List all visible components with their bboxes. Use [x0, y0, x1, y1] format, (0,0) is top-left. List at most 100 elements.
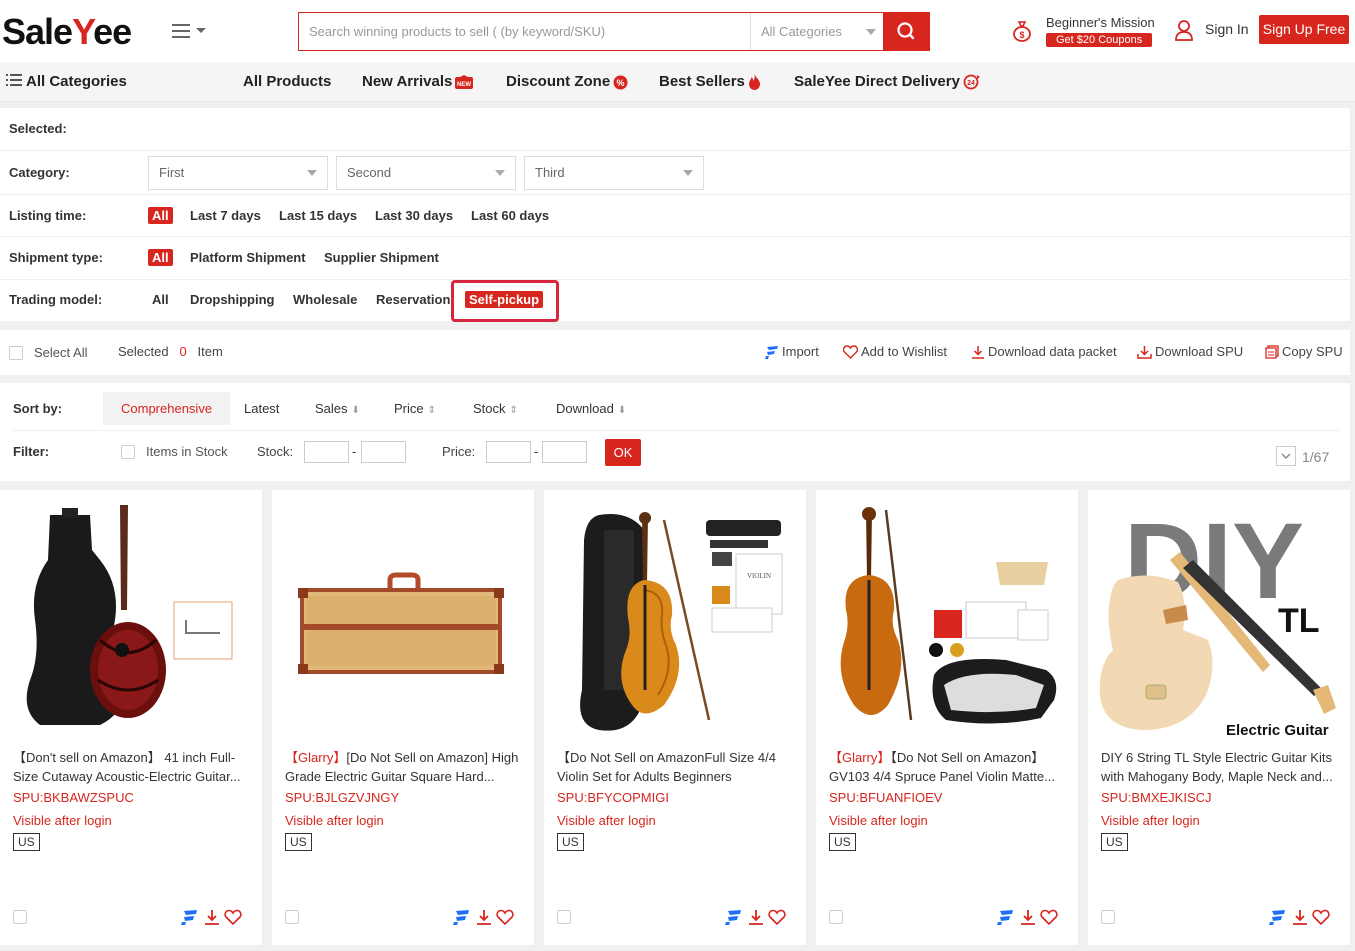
- import-icon[interactable]: [725, 908, 743, 926]
- copy-spu-button[interactable]: Copy SPU: [1265, 344, 1343, 359]
- import-button[interactable]: Import: [765, 344, 819, 359]
- all-categories-menu[interactable]: All Categories: [6, 73, 127, 90]
- product-title[interactable]: 【Glarry】[Do Not Sell on Amazon] High Gra…: [285, 748, 521, 786]
- product-checkbox[interactable]: [285, 910, 299, 924]
- category-select[interactable]: All Categories: [750, 13, 884, 50]
- in-stock-checkbox[interactable]: [121, 445, 135, 459]
- import-icon[interactable]: [1269, 908, 1287, 926]
- nav-discount-zone-label: Discount Zone: [506, 73, 611, 90]
- select-all-checkbox[interactable]: [9, 346, 23, 360]
- wholesale-option[interactable]: Wholesale: [293, 292, 357, 307]
- stock-max-input[interactable]: [361, 441, 406, 463]
- product-checkbox[interactable]: [13, 910, 27, 924]
- category-second-dropdown[interactable]: Second: [336, 156, 516, 190]
- heart-icon[interactable]: [768, 908, 786, 926]
- saleyee-logo[interactable]: SaleYee: [2, 12, 132, 52]
- price-max-input[interactable]: [542, 441, 587, 463]
- download-icon[interactable]: [747, 908, 765, 926]
- product-card[interactable]: 【Glarry】[Do Not Sell on Amazon] High Gra…: [272, 490, 534, 945]
- nav-all-products[interactable]: All Products: [243, 73, 331, 90]
- country-badge: US: [285, 833, 312, 851]
- sort-download[interactable]: Download ⬇: [556, 392, 626, 425]
- category-first-dropdown[interactable]: First: [148, 156, 328, 190]
- import-icon[interactable]: [453, 908, 471, 926]
- reservation-option[interactable]: Reservation: [376, 292, 450, 307]
- sign-in-link[interactable]: Sign In: [1205, 21, 1249, 37]
- listing-7-days-option[interactable]: Last 7 days: [190, 208, 261, 223]
- nav-best-sellers[interactable]: Best Sellers: [659, 73, 761, 91]
- visible-after-login-link[interactable]: Visible after login: [13, 813, 112, 828]
- sort-comprehensive[interactable]: Comprehensive: [103, 392, 231, 425]
- product-card[interactable]: VIOLIN 【Do Not Sell on AmazonFull Size 4…: [544, 490, 806, 945]
- trading-all-option[interactable]: All: [152, 292, 169, 307]
- listing-60-days-option[interactable]: Last 60 days: [471, 208, 549, 223]
- import-icon[interactable]: [997, 908, 1015, 926]
- product-checkbox[interactable]: [829, 910, 843, 924]
- add-to-wishlist-button[interactable]: Add to Wishlist: [842, 344, 947, 359]
- product-image[interactable]: VIOLIN: [544, 490, 806, 740]
- download-data-packet-button[interactable]: Download data packet: [971, 344, 1117, 359]
- product-card[interactable]: DIY TL Electric Guitar DIY 6 String TL S…: [1088, 490, 1350, 945]
- product-image[interactable]: [816, 490, 1078, 740]
- product-spu: SPU:BKBAWZSPUC: [13, 790, 134, 805]
- filter-ok-button[interactable]: OK: [605, 439, 641, 466]
- product-card[interactable]: 【Glarry】【Do Not Sell on Amazon】 GV103 4/…: [816, 490, 1078, 945]
- download-icon[interactable]: [1291, 908, 1309, 926]
- nav-new-arrivals[interactable]: New Arrivals NEW: [362, 73, 474, 90]
- import-icon[interactable]: [181, 908, 199, 926]
- coupon-badge[interactable]: Get $20 Coupons: [1046, 33, 1153, 47]
- visible-after-login-link[interactable]: Visible after login: [557, 813, 656, 828]
- product-checkbox[interactable]: [1101, 910, 1115, 924]
- visible-after-login-link[interactable]: Visible after login: [1101, 813, 1200, 828]
- sort-stock[interactable]: Stock ⇕: [473, 392, 518, 425]
- heart-icon[interactable]: [496, 908, 514, 926]
- price-min-input[interactable]: [486, 441, 531, 463]
- product-title[interactable]: 【Glarry】【Do Not Sell on Amazon】 GV103 4/…: [829, 748, 1065, 786]
- product-title[interactable]: 【Do Not Sell on AmazonFull Size 4/4 Viol…: [557, 748, 793, 786]
- in-stock-label[interactable]: Items in Stock: [146, 444, 228, 459]
- visible-after-login-link[interactable]: Visible after login: [829, 813, 928, 828]
- user-icon[interactable]: [1174, 19, 1194, 41]
- product-image[interactable]: [0, 490, 262, 740]
- select-all-label[interactable]: Select All: [34, 345, 87, 360]
- heart-icon[interactable]: [1040, 908, 1058, 926]
- stock-min-input[interactable]: [304, 441, 349, 463]
- sign-up-button[interactable]: Sign Up Free: [1259, 15, 1349, 44]
- download-icon[interactable]: [1019, 908, 1037, 926]
- country-badge: US: [13, 833, 40, 851]
- nav-direct-delivery[interactable]: SaleYee Direct Delivery 24: [794, 73, 980, 90]
- download-spu-button[interactable]: Download SPU: [1137, 344, 1243, 359]
- visible-after-login-link[interactable]: Visible after login: [285, 813, 384, 828]
- sort-divider: [13, 430, 1340, 431]
- download-icon[interactable]: [475, 908, 493, 926]
- sort-sales[interactable]: Sales ⬇: [315, 392, 360, 425]
- product-title[interactable]: 【Don't sell on Amazon】 41 inch Full-Size…: [13, 748, 249, 786]
- download-icon[interactable]: [203, 908, 221, 926]
- product-checkbox[interactable]: [557, 910, 571, 924]
- heart-icon[interactable]: [224, 908, 242, 926]
- main-nav: All Categories All Products New Arrivals…: [0, 62, 1355, 102]
- search-input[interactable]: [299, 13, 749, 50]
- sort-latest[interactable]: Latest: [244, 392, 279, 425]
- platform-shipment-option[interactable]: Platform Shipment: [190, 250, 306, 265]
- self-pickup-option[interactable]: Self-pickup: [465, 291, 544, 308]
- sort-price[interactable]: Price ⇕: [394, 392, 436, 425]
- listing-all-option[interactable]: All: [148, 207, 173, 224]
- product-image[interactable]: [272, 490, 534, 740]
- heart-icon[interactable]: [1312, 908, 1330, 926]
- product-title[interactable]: DIY 6 String TL Style Electric Guitar Ki…: [1101, 748, 1337, 786]
- import-icon: [765, 346, 778, 359]
- category-third-dropdown[interactable]: Third: [524, 156, 704, 190]
- product-card[interactable]: 【Don't sell on Amazon】 41 inch Full-Size…: [0, 490, 262, 945]
- nav-discount-zone[interactable]: Discount Zone%: [506, 73, 628, 90]
- beginners-mission-link[interactable]: Beginner's Mission: [1046, 15, 1155, 30]
- dropshipping-option[interactable]: Dropshipping: [190, 292, 275, 307]
- menu-toggle-icon[interactable]: [172, 22, 208, 42]
- product-image[interactable]: DIY TL Electric Guitar: [1088, 490, 1350, 740]
- listing-30-days-option[interactable]: Last 30 days: [375, 208, 453, 223]
- shipment-all-option[interactable]: All: [148, 249, 173, 266]
- supplier-shipment-option[interactable]: Supplier Shipment: [324, 250, 439, 265]
- listing-15-days-option[interactable]: Last 15 days: [279, 208, 357, 223]
- search-button[interactable]: [883, 12, 929, 51]
- page-dropdown-button[interactable]: [1276, 446, 1296, 466]
